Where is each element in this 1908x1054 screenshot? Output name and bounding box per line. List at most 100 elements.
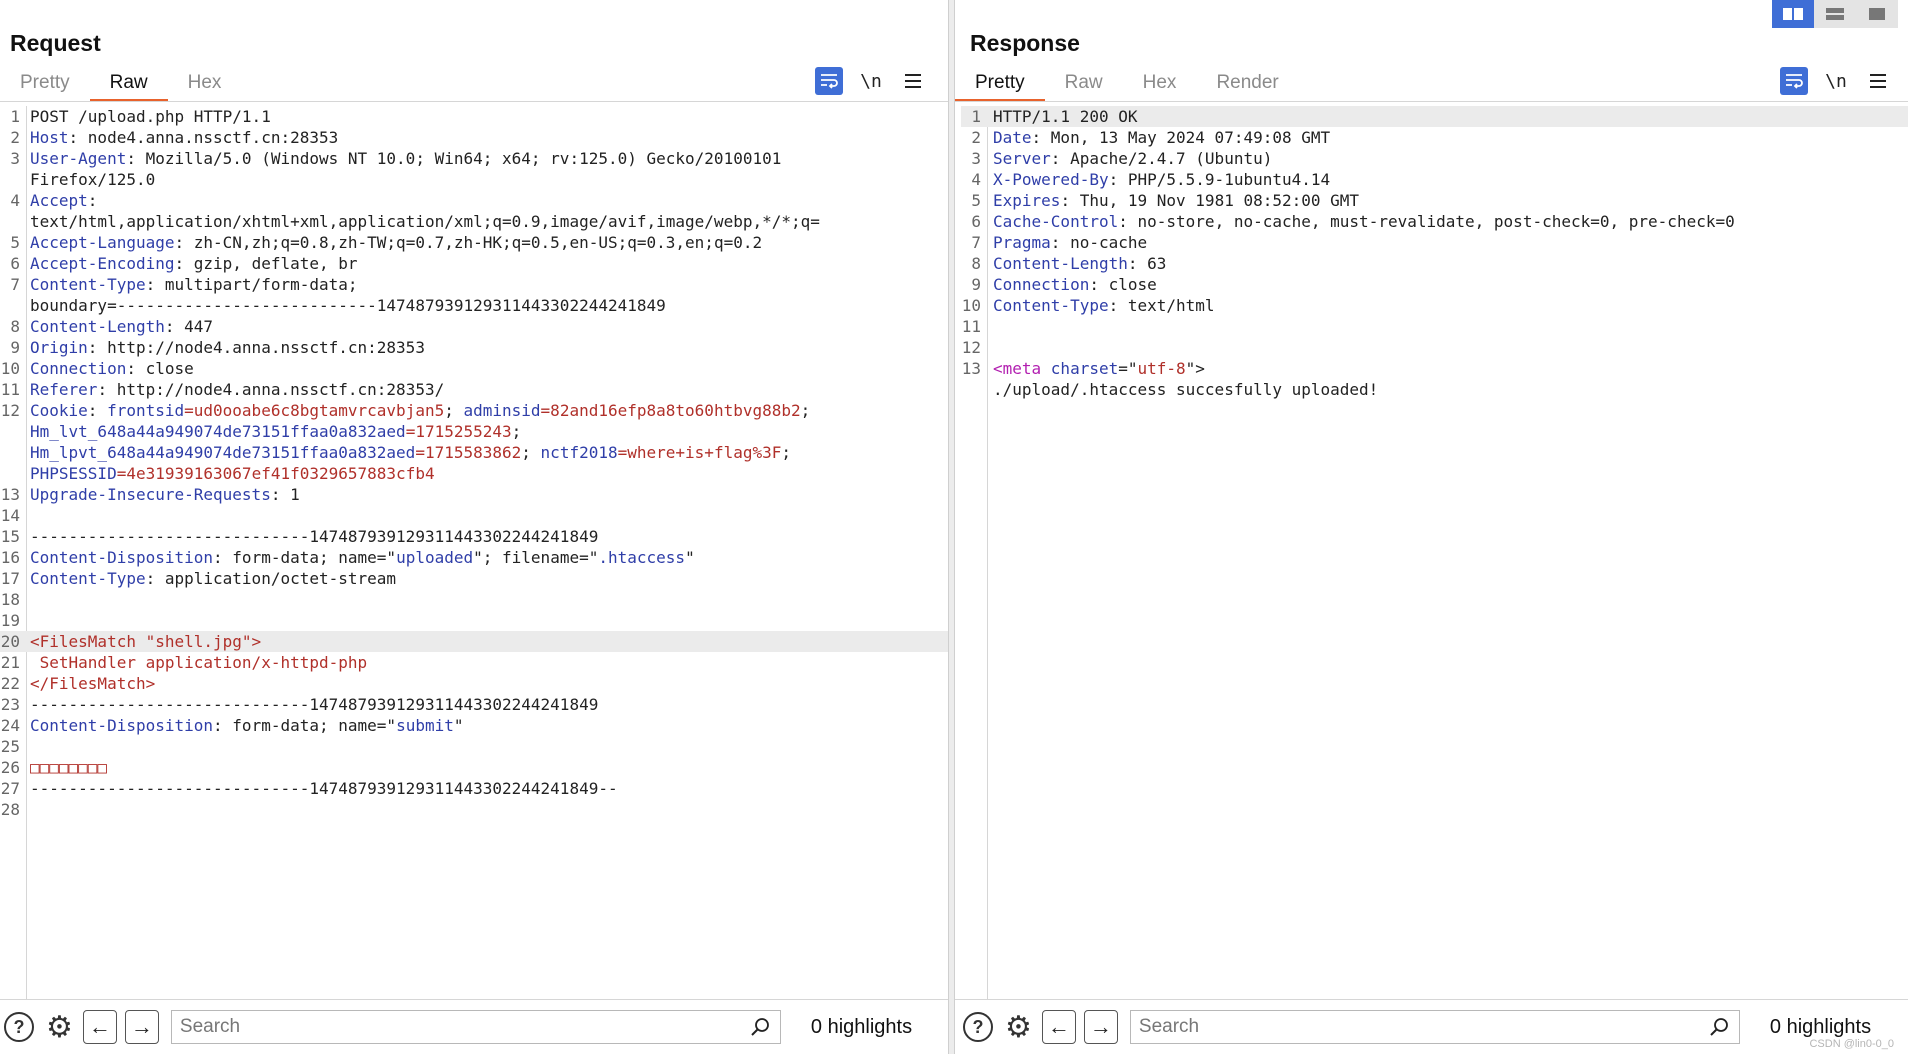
tab-hex[interactable]: Hex bbox=[1123, 66, 1197, 102]
code-token: : text/html bbox=[1108, 296, 1215, 315]
line-number: 14 bbox=[0, 506, 20, 525]
line-number: 4 bbox=[10, 191, 20, 210]
search-icon[interactable] bbox=[1709, 1017, 1729, 1042]
line-number: 8 bbox=[10, 317, 20, 336]
request-search-bar: ? ⚙ ← → 0 highlights bbox=[0, 999, 948, 1054]
request-search-input[interactable] bbox=[171, 1015, 730, 1039]
code-token: : PHP/5.5.9-1ubuntu4.14 bbox=[1108, 170, 1331, 189]
line-text: Content-Disposition: form-data; name="up… bbox=[30, 547, 695, 568]
response-search-input[interactable] bbox=[1130, 1015, 1689, 1039]
tab-render[interactable]: Render bbox=[1196, 66, 1298, 102]
side-by-side-layout-icon[interactable] bbox=[1772, 0, 1814, 28]
code-token: X-Powered-By bbox=[993, 170, 1109, 189]
gear-icon[interactable]: ⚙ bbox=[46, 1010, 73, 1045]
tab-hex[interactable]: Hex bbox=[168, 66, 242, 102]
line-text: <FilesMatch "shell.jpg"> bbox=[30, 631, 261, 652]
tab-pretty[interactable]: Pretty bbox=[0, 66, 90, 102]
code-token: : form-data; name=" bbox=[213, 548, 397, 567]
tab-raw[interactable]: Raw bbox=[1045, 66, 1123, 102]
help-icon[interactable]: ? bbox=[4, 1012, 34, 1042]
code-token: charset bbox=[1050, 359, 1119, 378]
code-token: Origin bbox=[30, 338, 88, 357]
response-toolbar: \n bbox=[1780, 66, 1892, 96]
tab-raw[interactable]: Raw bbox=[89, 66, 168, 102]
line-number: 12 bbox=[961, 338, 981, 357]
line-text: Content-Disposition: form-data; name="su… bbox=[30, 715, 464, 736]
code-line: 5 Accept-Language: zh-CN,zh;q=0.8,zh-TW;q… bbox=[0, 232, 948, 253]
code-line: 3 User-Agent: Mozilla/5.0 (Windows NT 10.… bbox=[0, 148, 948, 169]
request-tabs: Pretty Raw Hex bbox=[0, 66, 241, 102]
response-pane: Response Pretty Raw Hex Render \n 1 HTTP/1.1… bbox=[955, 0, 1908, 1054]
next-icon[interactable]: → bbox=[124, 1010, 159, 1044]
code-line: 3 Server: Apache/2.4.7 (Ubuntu) bbox=[961, 148, 1908, 169]
code-line: 1 HTTP/1.1 200 OK bbox=[961, 106, 1908, 127]
stacked-layout-icon[interactable] bbox=[1814, 0, 1856, 28]
previous-icon[interactable]: ← bbox=[1041, 1010, 1076, 1044]
next-icon[interactable]: → bbox=[1083, 1010, 1118, 1044]
line-number: 9 bbox=[971, 275, 981, 294]
line-number: 24 bbox=[0, 716, 20, 735]
line-number: 18 bbox=[0, 590, 20, 609]
line-number: 5 bbox=[10, 233, 20, 252]
menu-icon[interactable] bbox=[1864, 74, 1892, 88]
code-token: Accept-Language bbox=[30, 233, 175, 252]
code-token: nctf2018 bbox=[540, 443, 618, 462]
gear-icon[interactable]: ⚙ bbox=[1005, 1010, 1032, 1045]
code-token: : Thu, 19 Nov 1981 08:52:00 GMT bbox=[1060, 191, 1360, 210]
tabbed-layout-icon[interactable] bbox=[1856, 0, 1898, 28]
line-text: <meta charset="utf-8"> bbox=[993, 358, 1205, 379]
word-wrap-icon[interactable] bbox=[1780, 67, 1808, 95]
tab-pretty[interactable]: Pretty bbox=[955, 66, 1045, 102]
search-icon[interactable] bbox=[750, 1017, 770, 1042]
line-text: HTTP/1.1 200 OK bbox=[993, 106, 1138, 127]
code-line: 10 Connection: close bbox=[0, 358, 948, 379]
code-token: SetHandler application/x-httpd-php bbox=[30, 653, 368, 672]
code-token: User-Agent bbox=[30, 149, 127, 168]
newline-toggle-icon[interactable]: \n bbox=[857, 71, 885, 92]
line-number: 23 bbox=[0, 695, 20, 714]
response-code-lines: 1 HTTP/1.1 200 OK 2 Date: Mon, 13 May 2024 … bbox=[961, 106, 1908, 400]
code-line: 2 Host: node4.anna.nssctf.cn:28353 bbox=[0, 127, 948, 148]
request-title: Request bbox=[10, 30, 101, 56]
line-number: 4 bbox=[971, 170, 981, 189]
line-text: Connection: close bbox=[993, 274, 1157, 295]
code-token: : application/octet-stream bbox=[145, 569, 397, 588]
code-line: 4 Accept: bbox=[0, 190, 948, 211]
help-icon[interactable]: ? bbox=[963, 1012, 993, 1042]
code-token: : bbox=[87, 401, 108, 420]
code-token: <FilesMatch "shell.jpg"> bbox=[30, 632, 262, 651]
code-token: : no-cache bbox=[1050, 233, 1148, 252]
code-token: " bbox=[685, 548, 695, 567]
response-editor[interactable]: 1 HTTP/1.1 200 OK 2 Date: Mon, 13 May 2024 … bbox=[955, 106, 1908, 1000]
newline-toggle-icon[interactable]: \n bbox=[1822, 71, 1850, 92]
code-line: 5 Expires: Thu, 19 Nov 1981 08:52:00 GMT bbox=[961, 190, 1908, 211]
code-token: Hm_lpvt_648a44a949074de73151ffaa0a832aed bbox=[30, 443, 416, 462]
line-number: 11 bbox=[961, 317, 981, 336]
line-number: 5 bbox=[971, 191, 981, 210]
pane-splitter[interactable] bbox=[948, 0, 955, 1054]
line-number: 1 bbox=[971, 107, 981, 126]
word-wrap-icon[interactable] bbox=[815, 67, 843, 95]
code-token: Pragma bbox=[993, 233, 1051, 252]
menu-icon[interactable] bbox=[899, 74, 927, 88]
line-text: X-Powered-By: PHP/5.5.9-1ubuntu4.14 bbox=[993, 169, 1330, 190]
line-text: Expires: Thu, 19 Nov 1981 08:52:00 GMT bbox=[993, 190, 1359, 211]
code-line: 16 Content-Disposition: form-data; name="… bbox=[0, 547, 948, 568]
line-number: 26 bbox=[0, 758, 20, 777]
request-editor[interactable]: 1 POST /upload.php HTTP/1.1 2 Host: node4.a… bbox=[0, 106, 948, 1000]
code-token: Connection bbox=[993, 275, 1090, 294]
request-search-field[interactable] bbox=[170, 1010, 781, 1044]
code-token: : http://node4.anna.nssctf.cn:28353 bbox=[87, 338, 425, 357]
response-search-field[interactable] bbox=[1129, 1010, 1740, 1044]
previous-icon[interactable]: ← bbox=[82, 1010, 117, 1044]
code-line: 7 Content-Type: multipart/form-data; bbox=[0, 274, 948, 295]
line-number: 8 bbox=[971, 254, 981, 273]
code-line: 18 bbox=[0, 589, 948, 610]
line-text: Referer: http://node4.anna.nssctf.cn:283… bbox=[30, 379, 444, 400]
code-token: Content-Length bbox=[30, 317, 165, 336]
code-token: Host bbox=[30, 128, 69, 147]
code-token: -----------------------------14748793912… bbox=[30, 779, 618, 798]
code-token: : close bbox=[1089, 275, 1157, 294]
line-number: 2 bbox=[10, 128, 20, 147]
code-token: Upgrade-Insecure-Requests bbox=[30, 485, 271, 504]
